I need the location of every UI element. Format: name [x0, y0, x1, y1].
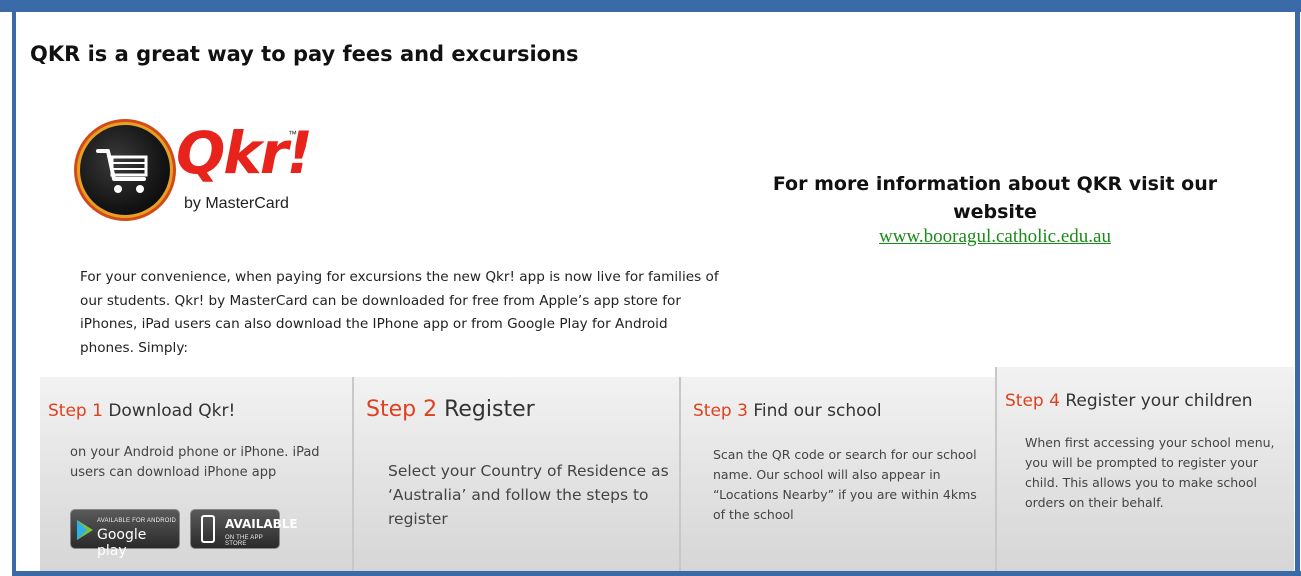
step-4-number: Step 4 — [1005, 391, 1060, 411]
step-2-description: Select your Country of Residence as ‘Aus… — [388, 462, 669, 528]
shopping-cart-icon — [96, 149, 148, 193]
step-4-label: Register your children — [1065, 391, 1253, 411]
step-1-description: on your Android phone or iPhone. iPad us… — [70, 445, 320, 480]
qkr-logo-badge — [80, 125, 170, 215]
step-3-panel: Step 3 Find our school Scan the QR code … — [679, 377, 995, 571]
step-2-label: Register — [444, 397, 535, 422]
school-website-link[interactable]: www.booragul.catholic.edu.au — [879, 226, 1111, 248]
more-info-block: For more information about QKR visit our… — [695, 170, 1295, 248]
google-play-caption: AVAILABLE FOR ANDROID — [97, 518, 176, 524]
frame-left-border — [12, 12, 16, 576]
steps-banner: Step 1 Download Qkr! on your Android pho… — [40, 367, 1294, 571]
step-2-number: Step 2 — [366, 397, 438, 422]
step-3-title: Step 3 Find our school — [693, 401, 882, 421]
app-store-caption: ON THE APP STORE — [225, 535, 263, 547]
step-1-label: Download Qkr! — [108, 401, 236, 421]
qkr-logo: Qkr! ™ by MasterCard — [80, 119, 313, 225]
google-play-badge[interactable]: AVAILABLE FOR ANDROID Google play — [70, 509, 180, 559]
step-1-number: Step 1 — [48, 401, 103, 421]
step-4-title: Step 4 Register your children — [1005, 391, 1253, 411]
more-info-heading: For more information about QKR visit our… — [772, 173, 1218, 223]
page-headline: QKR is a great way to pay fees and excur… — [30, 42, 579, 66]
step-3-label: Find our school — [753, 401, 882, 421]
step-4-panel: Step 4 Register your children When first… — [995, 367, 1294, 571]
app-store-label: AVAILABLE — [225, 517, 298, 531]
step-2-panel: Step 2 Register Select your Country of R… — [352, 377, 679, 571]
trademark-symbol: ™ — [288, 129, 297, 139]
step-2-title: Step 2 Register — [366, 397, 535, 422]
frame-top-border — [0, 0, 1301, 12]
google-play-label: Google play — [97, 527, 147, 559]
step-1-title: Step 1 Download Qkr! — [48, 401, 235, 421]
store-badges: AVAILABLE FOR ANDROID Google play AVAILA… — [70, 509, 320, 559]
frame-bottom-border — [12, 571, 1301, 576]
iphone-icon — [201, 515, 215, 543]
step-1-panel: Step 1 Download Qkr! on your Android pho… — [40, 377, 352, 571]
app-store-badge[interactable]: AVAILABLE ON THE APP STORE — [190, 509, 298, 549]
step-3-description: Scan the QR code or search for our schoo… — [713, 447, 977, 522]
intro-paragraph: For your convenience, when paying for ex… — [80, 269, 719, 356]
frame-right-border — [1295, 12, 1301, 576]
google-play-icon — [77, 520, 93, 540]
qkr-byline: by MasterCard — [184, 195, 289, 212]
step-3-number: Step 3 — [693, 401, 748, 421]
step-4-description: When first accessing your school menu, y… — [1025, 435, 1275, 510]
